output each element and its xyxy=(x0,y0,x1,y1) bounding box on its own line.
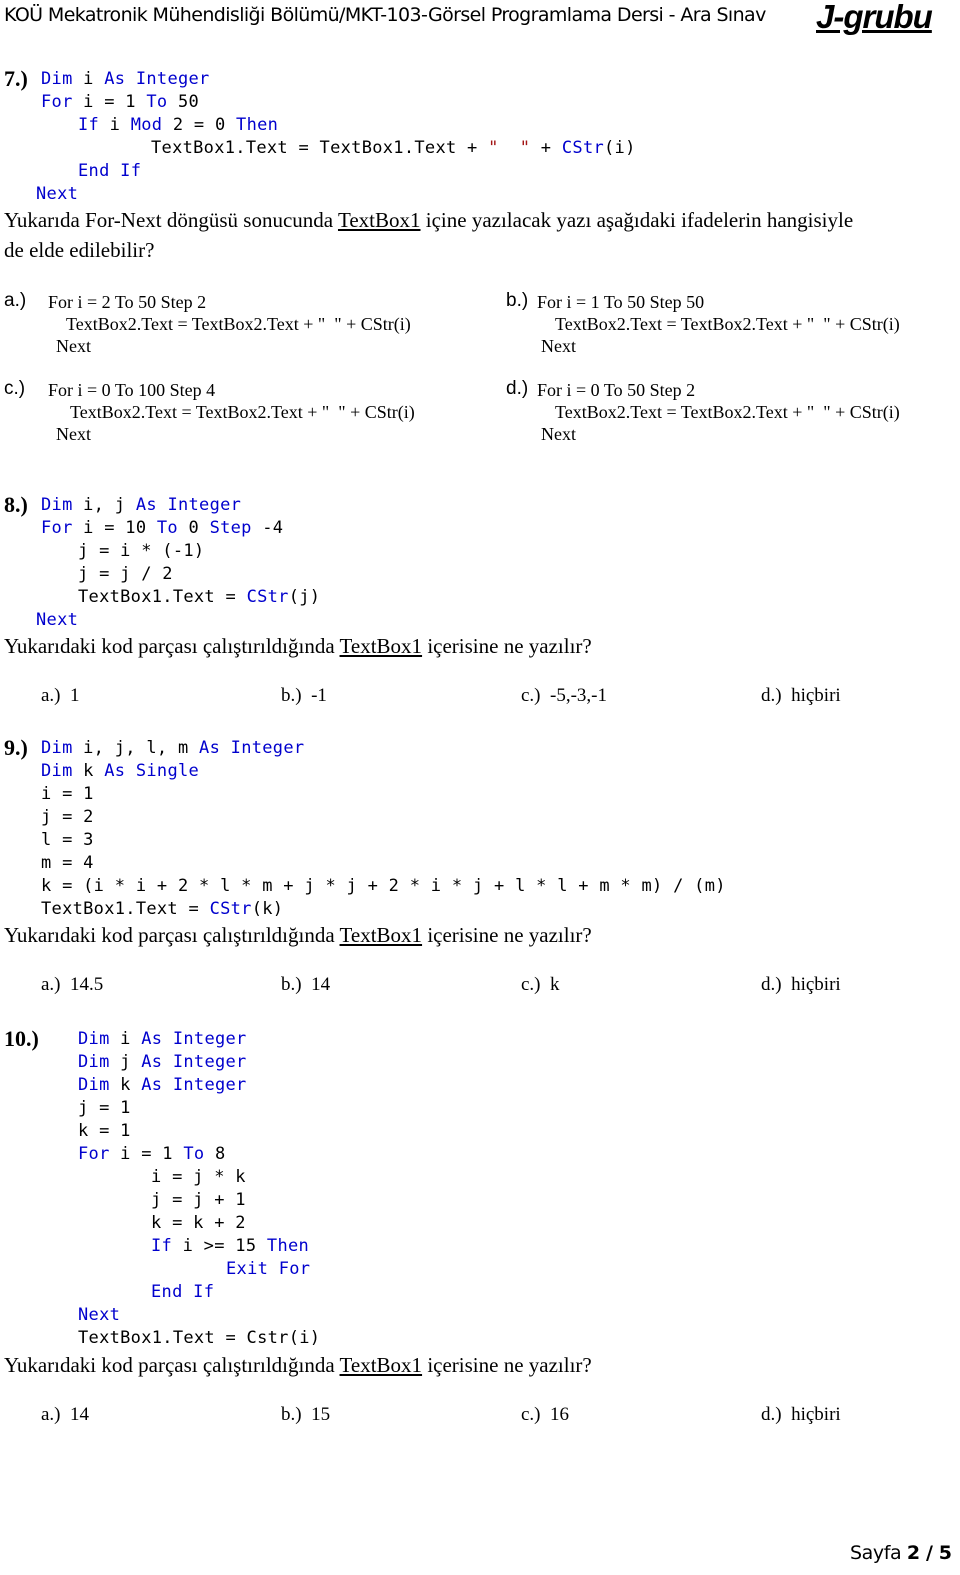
answer-option-b[interactable]: b.) 14 xyxy=(281,974,330,996)
option-line: TextBox2.Text = TextBox2.Text + " " + CS… xyxy=(66,314,411,334)
option-line: Next xyxy=(541,424,576,444)
option-line: For i = 0 To 100 Step 4 xyxy=(48,380,216,400)
code-line: k = (i * i + 2 * l * m + j * j + 2 * i *… xyxy=(41,876,726,896)
code-line: Dim i As Integer xyxy=(41,69,210,89)
code-line: If i >= 15 Then xyxy=(151,1236,310,1256)
code-line: Next xyxy=(78,1305,121,1325)
page-number: Sayfa 2 / 5 xyxy=(850,1542,952,1564)
question-text: Yukarıdaki kod parçası çalıştırıldığında… xyxy=(4,1353,592,1377)
option-line: Next xyxy=(56,424,91,444)
question-text-line-2: de elde edilebilir? xyxy=(4,238,155,262)
code-line: If i Mod 2 = 0 Then xyxy=(78,115,279,135)
question-number: 10.) xyxy=(4,1026,39,1051)
answer-option-b[interactable]: b.) -1 xyxy=(281,685,327,707)
code-line: End If xyxy=(78,161,142,181)
code-line: Dim k As Integer xyxy=(78,1075,247,1095)
document-header-title: KOÜ Mekatronik Mühendisliği Bölümü/MKT-1… xyxy=(4,4,766,26)
code-line: j = j / 2 xyxy=(78,564,173,584)
code-line: i = j * k xyxy=(151,1167,246,1187)
option-label: d.) xyxy=(506,378,529,399)
code-line: Dim i, j, l, m As Integer xyxy=(41,738,305,758)
code-line: l = 3 xyxy=(41,830,94,850)
exam-group-label: J-grubu xyxy=(816,0,933,35)
option-label: c.) xyxy=(4,378,26,399)
option-line: Next xyxy=(56,336,91,356)
code-line: i = 1 xyxy=(41,784,94,804)
code-line: Exit For xyxy=(226,1259,311,1279)
answer-option-b[interactable]: b.) 15 xyxy=(281,1404,330,1426)
code-line: Dim i As Integer xyxy=(78,1029,247,1049)
code-line: TextBox1.Text = CStr(j) xyxy=(78,587,321,607)
option-label: b.) xyxy=(506,290,529,311)
code-line: TextBox1.Text = Cstr(i) xyxy=(78,1328,321,1348)
code-line: j = 1 xyxy=(78,1098,131,1118)
code-line: k = 1 xyxy=(78,1121,131,1141)
answer-option-d[interactable]: d.) hiçbiri xyxy=(761,1404,841,1426)
answer-option-d[interactable]: d.) hiçbiri xyxy=(761,685,841,707)
textbox1-reference: TextBox1 xyxy=(337,208,421,232)
option-line: TextBox2.Text = TextBox2.Text + " " + CS… xyxy=(555,402,900,422)
question-text: Yukarıda For-Next döngüsü sonucunda Text… xyxy=(4,208,854,232)
answer-option-a[interactable]: a.) 14 xyxy=(41,1404,89,1426)
code-line: For i = 1 To 8 xyxy=(78,1144,226,1164)
option-line: For i = 0 To 50 Step 2 xyxy=(537,380,696,400)
code-line: For i = 10 To 0 Step -4 xyxy=(41,518,284,538)
code-line: j = j + 1 xyxy=(151,1190,246,1210)
code-line: k = k + 2 xyxy=(151,1213,246,1233)
question-number: 9.) xyxy=(4,735,28,760)
code-line: For i = 1 To 50 xyxy=(41,92,200,112)
question-number: 8.) xyxy=(4,492,28,517)
answer-option-a[interactable]: a.) 14.5 xyxy=(41,974,103,996)
option-line: TextBox2.Text = TextBox2.Text + " " + CS… xyxy=(555,314,900,334)
code-line: End If xyxy=(151,1282,215,1302)
code-line: Next xyxy=(36,610,79,630)
answer-option-a[interactable]: a.) 1 xyxy=(41,685,80,707)
option-label: a.) xyxy=(4,290,27,311)
answer-option-c[interactable]: c.) k xyxy=(521,974,560,996)
question-text: Yukarıdaki kod parçası çalıştırıldığında… xyxy=(4,923,592,947)
code-line: j = 2 xyxy=(41,807,94,827)
code-line: Dim j As Integer xyxy=(78,1052,247,1072)
code-line: TextBox1.Text = CStr(k) xyxy=(41,899,284,919)
code-line: j = i * (-1) xyxy=(78,541,205,561)
answer-option-c[interactable]: c.) 16 xyxy=(521,1404,569,1426)
question-number: 7.) xyxy=(4,66,28,91)
option-line: For i = 1 To 50 Step 50 xyxy=(537,292,705,312)
textbox1-reference: TextBox1 xyxy=(339,923,423,947)
textbox1-reference: TextBox1 xyxy=(339,634,423,658)
question-text: Yukarıdaki kod parçası çalıştırıldığında… xyxy=(4,634,592,658)
code-line: m = 4 xyxy=(41,853,94,873)
option-line: For i = 2 To 50 Step 2 xyxy=(48,292,207,312)
answer-option-d[interactable]: d.) hiçbiri xyxy=(761,974,841,996)
textbox1-reference: TextBox1 xyxy=(339,1353,423,1377)
option-line: TextBox2.Text = TextBox2.Text + " " + CS… xyxy=(70,402,415,422)
option-line: Next xyxy=(541,336,576,356)
code-line: Dim i, j As Integer xyxy=(41,495,242,515)
code-line: Dim k As Single xyxy=(41,761,200,781)
code-line: Next xyxy=(36,184,79,204)
answer-option-c[interactable]: c.) -5,-3,-1 xyxy=(521,685,607,707)
code-line: TextBox1.Text = TextBox1.Text + " " + CS… xyxy=(151,138,636,158)
